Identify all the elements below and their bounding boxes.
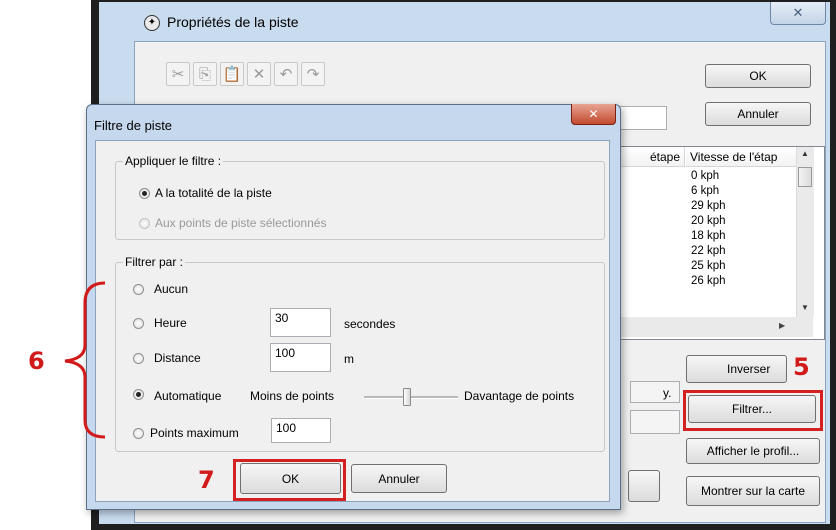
- list-item[interactable]: 18 kph: [691, 230, 726, 242]
- hidden-field-2: [630, 410, 680, 434]
- filter-max-points-label[interactable]: Points maximum: [150, 426, 239, 440]
- list-item[interactable]: 6 kph: [691, 185, 719, 197]
- filter-distance-label[interactable]: Distance: [154, 351, 201, 365]
- scroll-thumb[interactable]: [798, 167, 812, 187]
- filter-auto-radio[interactable]: [133, 389, 144, 400]
- copy-icon[interactable]: ⎘: [193, 62, 217, 86]
- parent-cancel-button[interactable]: Annuler: [705, 102, 811, 126]
- scroll-right-icon[interactable]: ▶: [779, 321, 785, 330]
- column-label: étape: [649, 150, 680, 164]
- parent-window-title: Propriétés de la piste: [167, 14, 299, 30]
- paste-icon[interactable]: 📋: [220, 62, 244, 86]
- filter-distance-radio[interactable]: [133, 353, 144, 364]
- show-on-map-button[interactable]: Montrer sur la carte: [686, 476, 820, 506]
- annotation-seven: 7: [198, 466, 215, 494]
- list-header-etape[interactable]: étape: [612, 147, 685, 167]
- parent-close-button[interactable]: ✕: [770, 2, 826, 25]
- slider-more-label: Davantage de points: [464, 389, 575, 403]
- annotation-six: 6: [28, 347, 45, 375]
- list-item[interactable]: 0 kph: [691, 170, 719, 182]
- list-vertical-scrollbar[interactable]: ▲ ▼: [796, 147, 814, 317]
- ok-button-highlight: [233, 459, 346, 501]
- slider-track: [364, 396, 458, 399]
- filter-time-label[interactable]: Heure: [154, 316, 187, 330]
- hidden-field: y.: [630, 381, 680, 403]
- apply-selected-points-label: Aux points de piste sélectionnés: [155, 216, 327, 230]
- undo-icon[interactable]: ↶: [274, 62, 298, 86]
- scissors-icon[interactable]: ✂: [166, 62, 190, 86]
- time-input[interactable]: 30: [270, 308, 331, 337]
- filter-auto-label[interactable]: Automatique: [154, 389, 221, 403]
- dialog-cancel-button[interactable]: Annuler: [351, 464, 447, 493]
- delete-icon[interactable]: ✕: [247, 62, 271, 86]
- list-item[interactable]: 26 kph: [691, 275, 726, 287]
- list-item[interactable]: 29 kph: [691, 200, 726, 212]
- filter-button-highlight: [683, 390, 823, 431]
- list-header-speed[interactable]: Vitesse de l'étap: [686, 147, 796, 167]
- close-icon: ✕: [792, 5, 804, 20]
- column-label: Vitesse de l'étap: [690, 150, 778, 164]
- invert-button[interactable]: Inverser: [686, 355, 787, 383]
- show-profile-button[interactable]: Afficher le profil...: [686, 438, 820, 464]
- apply-whole-track-label[interactable]: A la totalité de la piste: [155, 186, 272, 200]
- hidden-button[interactable]: [628, 470, 660, 502]
- apply-filter-group-label: Appliquer le filtre :: [123, 154, 224, 168]
- speed-column: 0 kph 6 kph 29 kph 20 kph 18 kph 22 kph …: [691, 170, 791, 316]
- list-item[interactable]: 20 kph: [691, 215, 726, 227]
- points-slider[interactable]: [364, 388, 458, 406]
- max-points-input[interactable]: 100: [271, 418, 331, 443]
- field-text: y.: [663, 386, 672, 400]
- distance-unit: m: [344, 352, 354, 366]
- scroll-up-icon[interactable]: ▲: [801, 149, 809, 158]
- parent-ok-button[interactable]: OK: [705, 64, 811, 88]
- dialog-title: Filtre de piste: [94, 118, 173, 133]
- slider-less-label: Moins de points: [250, 389, 335, 403]
- annotation-five: 5: [793, 353, 810, 381]
- distance-input[interactable]: 100: [270, 343, 331, 372]
- slider-thumb[interactable]: [403, 388, 411, 406]
- list-item[interactable]: 22 kph: [691, 245, 726, 257]
- filter-max-points-radio[interactable]: [133, 428, 144, 439]
- time-unit: secondes: [344, 317, 396, 331]
- toolbar: ✂ ⎘ 📋 ✕ ↶ ↷: [166, 59, 366, 89]
- close-icon: ✕: [588, 107, 599, 121]
- list-horizontal-scrollbar[interactable]: ▶: [609, 317, 813, 337]
- apply-whole-track-radio[interactable]: [139, 188, 150, 199]
- apply-selected-points-radio: [139, 218, 150, 229]
- app-globe-icon: ✦: [144, 15, 160, 31]
- dialog-close-button[interactable]: ✕: [571, 104, 616, 125]
- list-item[interactable]: 25 kph: [691, 260, 726, 272]
- redo-icon[interactable]: ↷: [301, 62, 325, 86]
- filter-time-radio[interactable]: [133, 318, 144, 329]
- brace-annotation: [64, 281, 106, 439]
- filter-none-label[interactable]: Aucun: [154, 282, 188, 296]
- filter-by-group-label: Filtrer par :: [123, 255, 186, 269]
- scroll-down-icon[interactable]: ▼: [801, 303, 809, 312]
- filter-none-radio[interactable]: [133, 284, 144, 295]
